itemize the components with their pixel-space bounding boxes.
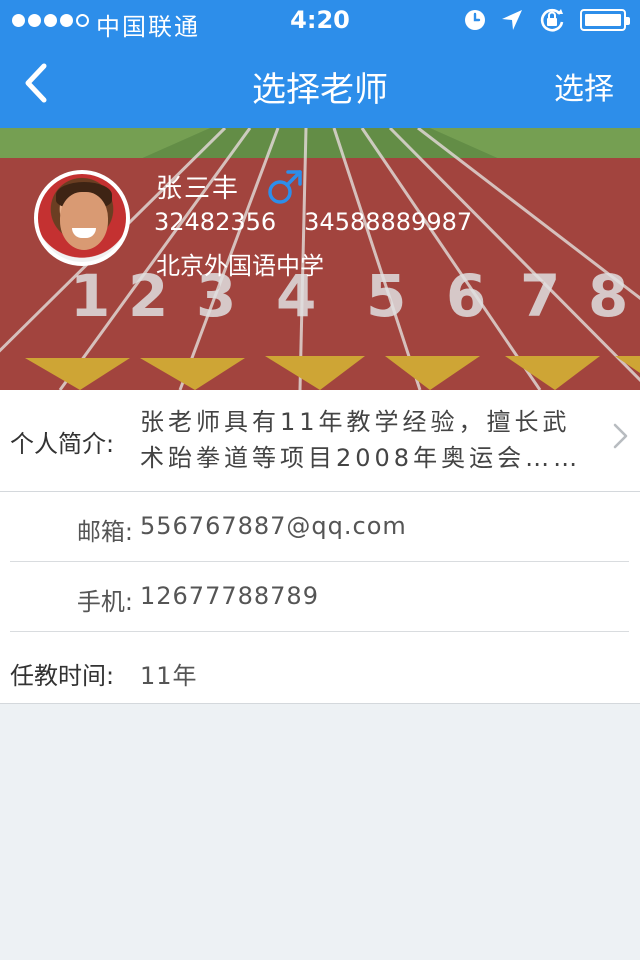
personal-intro-row[interactable]: 个人简介: 张老师具有11年教学经验，擅长武 术跆拳道等项目2008年奥运会…… (0, 390, 640, 492)
teacher-school: 北京外国语中学 (156, 252, 324, 280)
navigation-bar: 选择老师 选择 (0, 40, 640, 128)
male-icon (268, 170, 302, 204)
location-arrow-icon (502, 10, 522, 30)
email-row: 邮箱: 556767887@qq.com (10, 492, 629, 562)
status-icons (464, 6, 630, 34)
tenure-row: 任教时间: 11年 (10, 632, 629, 704)
select-button[interactable]: 选择 (554, 64, 614, 108)
avatar (34, 170, 130, 266)
tenure-label: 任教时间: (10, 662, 115, 690)
phone-number: 34588889987 (304, 208, 473, 236)
orientation-lock-icon (540, 8, 564, 32)
intro-text: 张老师具有11年教学经验，擅长武 术跆拳道等项目2008年奥运会…… (140, 404, 606, 476)
teacher-phones: 32482356 34588889987 (154, 208, 472, 236)
teacher-name: 张三丰 (156, 174, 241, 204)
status-bar: 中国联通 4:20 (0, 0, 640, 41)
tenure-value: 11年 (140, 662, 198, 690)
battery-icon (580, 9, 630, 31)
alarm-clock-icon (465, 10, 485, 30)
email-label: 邮箱: (76, 518, 133, 546)
intro-line: 张老师具有11年教学经验，擅长武 (140, 408, 571, 436)
phone-number: 32482356 (154, 208, 277, 236)
mobile-label: 手机: (76, 588, 133, 616)
mobile-value: 12677788789 (140, 582, 319, 610)
intro-line: 术跆拳道等项目2008年奥运会…… (140, 444, 582, 472)
page-title: 选择老师 (252, 70, 388, 110)
mobile-row: 手机: 12677788789 (10, 562, 629, 632)
email-value: 556767887@qq.com (140, 512, 407, 540)
chevron-right-icon (613, 423, 628, 449)
detail-list: 邮箱: 556767887@qq.com 手机: 12677788789 任教时… (0, 492, 640, 704)
intro-label: 个人简介: (10, 430, 115, 458)
